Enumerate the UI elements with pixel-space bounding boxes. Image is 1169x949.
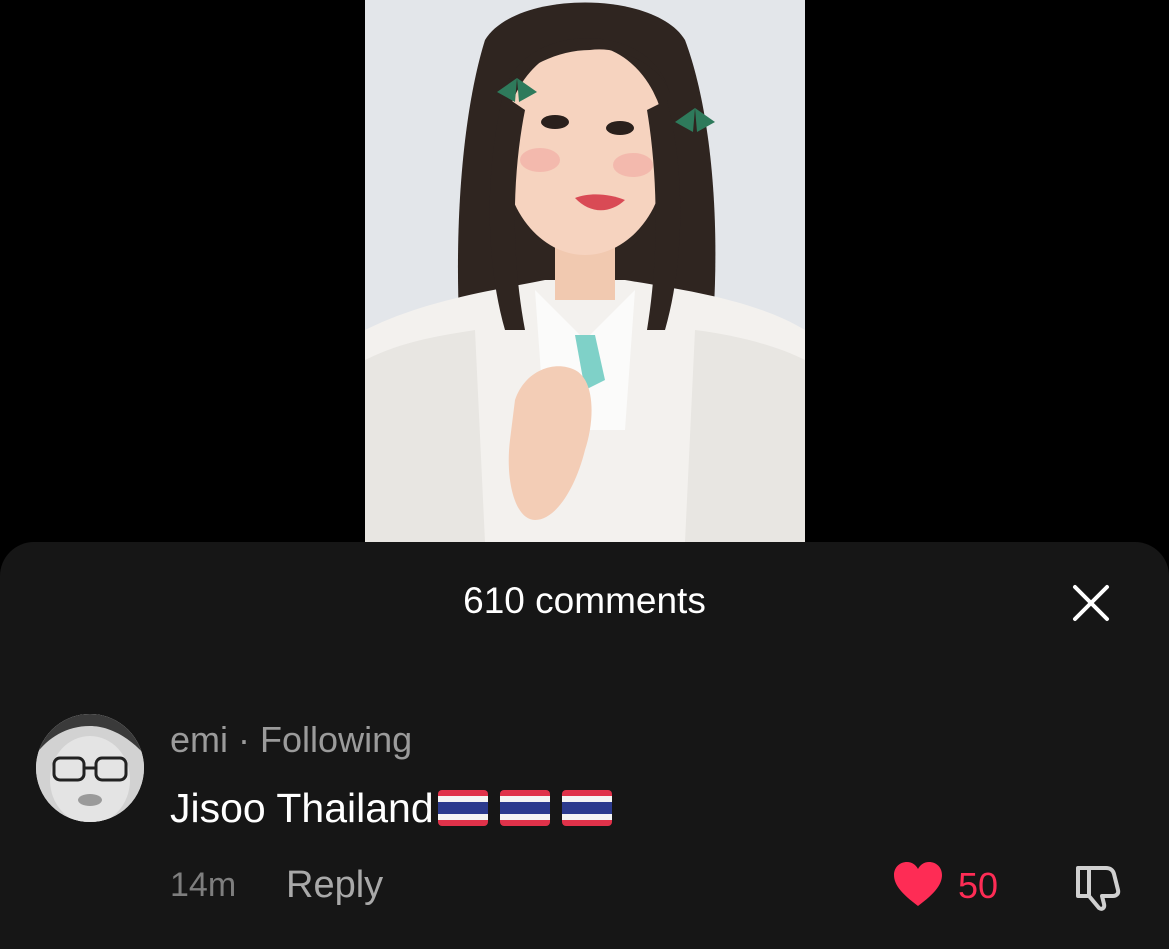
comment-timestamp: 14m (170, 866, 237, 904)
commenter-username[interactable]: emi (170, 719, 228, 760)
comment-text: Jisoo Thailand (170, 785, 434, 831)
meta-separator: · (238, 719, 251, 760)
following-label: Following (260, 719, 413, 760)
like-button[interactable] (892, 860, 944, 908)
comment-meta: emi · Following (170, 720, 412, 760)
reply-button[interactable]: Reply (286, 864, 383, 906)
thailand-flag-icon (437, 790, 488, 826)
like-count: 50 (958, 865, 999, 906)
video-frame-illustration (365, 0, 805, 542)
thumbs-down-icon (1076, 866, 1121, 911)
dislike-button[interactable] (1072, 860, 1124, 912)
video-preview[interactable] (365, 0, 805, 542)
comments-count-title: 610 comments (463, 580, 706, 621)
thailand-flag-icon (561, 790, 612, 826)
avatar-image (36, 714, 144, 822)
heart-icon (894, 862, 942, 906)
close-icon (1073, 585, 1109, 621)
commenter-avatar[interactable] (36, 714, 144, 822)
close-button[interactable] (1068, 580, 1114, 626)
comment-body: Jisoo Thailand (170, 786, 612, 830)
thailand-flag-icon (499, 790, 550, 826)
comment-emoji (437, 790, 612, 826)
